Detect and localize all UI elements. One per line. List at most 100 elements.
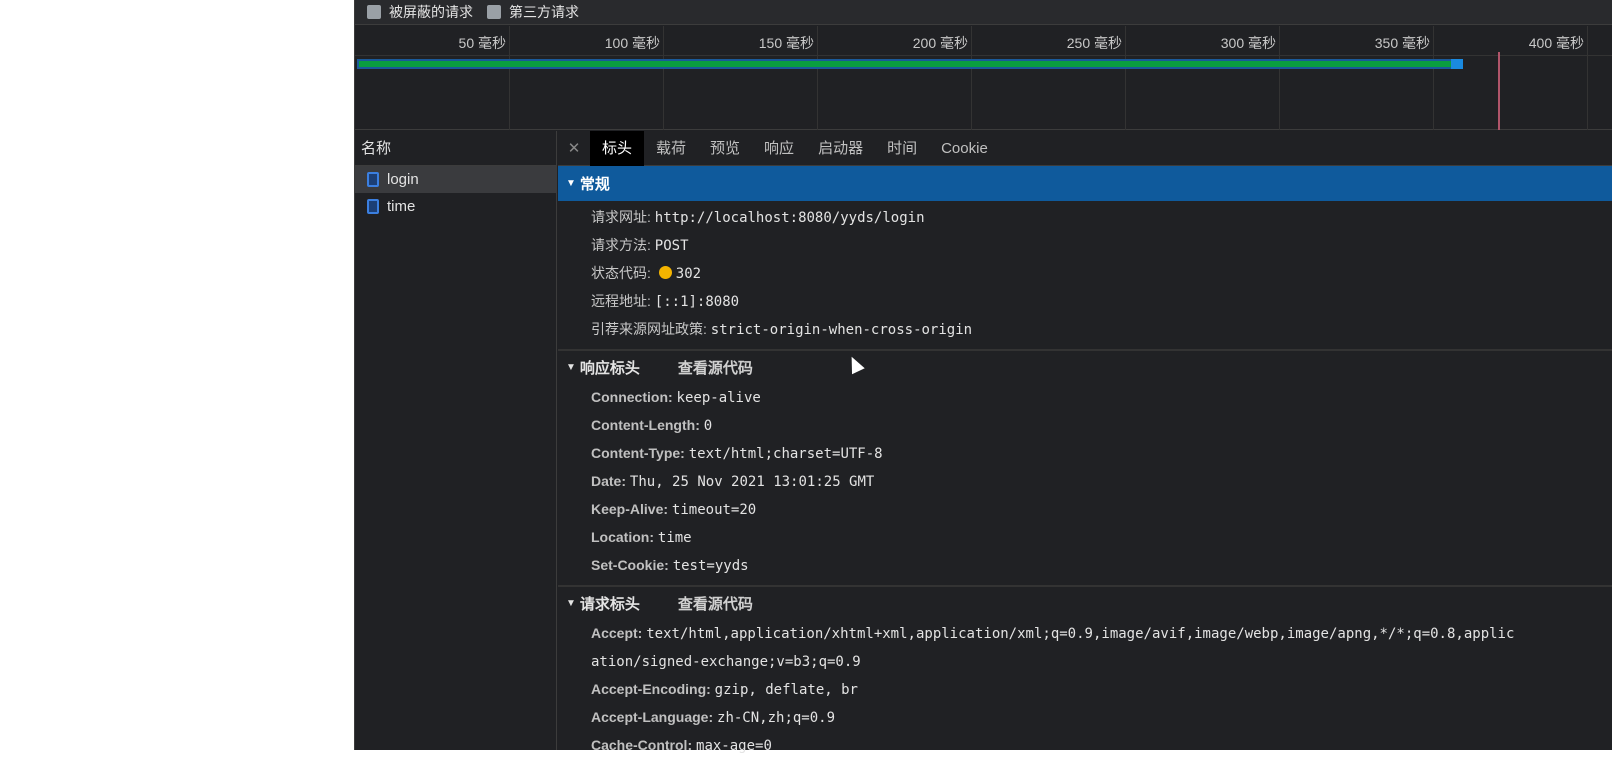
header-row: Accept-Language: zh-CN,zh;q=0.9: [558, 703, 1612, 731]
header-row: Cache-Control: max-age=0: [558, 731, 1612, 759]
row-value: [::1]:8080: [654, 294, 740, 310]
filter-bar: 被屏蔽的请求 第三方请求: [355, 0, 1612, 25]
view-source-button[interactable]: 查看源代码: [678, 357, 753, 378]
tick-label: 400 毫秒: [1528, 35, 1584, 51]
checkbox-icon: [367, 5, 381, 19]
tick-label: 250 毫秒: [1066, 35, 1122, 51]
tab-5[interactable]: 时间: [875, 131, 929, 166]
tab-4[interactable]: 启动器: [806, 131, 875, 166]
request-bar-download: [1450, 59, 1463, 69]
header-value: keep-alive: [676, 390, 761, 406]
header-value: test=yyds: [672, 558, 749, 574]
header-value: Thu, 25 Nov 2021 13:01:25 GMT: [629, 474, 875, 490]
timeline-tick: 250 毫秒: [1067, 26, 1126, 130]
triangle-down-icon: ▼: [566, 597, 576, 609]
header-row: Location: time: [558, 523, 1612, 551]
request-name-list: 名称 login time: [355, 131, 557, 750]
devtools-network-panel: 被屏蔽的请求 第三方请求 50 毫秒 100 毫秒 150 毫秒 200 毫秒 250 …: [354, 0, 1612, 754]
header-name: Content-Type:: [591, 445, 685, 461]
third-party-requests-checkbox[interactable]: 第三方请求: [487, 2, 579, 22]
tick-label: 150 毫秒: [758, 35, 814, 51]
tab-3[interactable]: 响应: [752, 131, 806, 166]
response-headers-section[interactable]: ▼ 响应标头 查看源代码: [558, 349, 1612, 383]
header-value: text/html;charset=UTF-8: [688, 446, 883, 462]
header-value: time: [657, 530, 692, 546]
header-name: Connection:: [591, 389, 673, 405]
row-value: http://localhost:8080/yyds/login: [654, 210, 925, 226]
details-tabs: ✕ 标头 载荷 预览 响应 启动器 时间 Cookie: [558, 130, 1612, 166]
general-row: 远程地址: [::1]:8080: [558, 287, 1612, 315]
timeline-tick: 300 毫秒: [1221, 26, 1280, 130]
header-name: Date:: [591, 473, 627, 489]
tab-0[interactable]: 标头: [590, 130, 645, 166]
header-row: Keep-Alive: timeout=20: [558, 495, 1612, 523]
row-value: POST: [654, 238, 689, 254]
general-row: 状态代码: 302: [558, 259, 1612, 287]
header-row: Connection: keep-alive: [558, 383, 1612, 411]
tick-label: 50 毫秒: [458, 35, 506, 51]
header-name: Accept-Language:: [591, 709, 714, 725]
header-value: ation/signed-exchange;v=b3;q=0.9: [591, 654, 861, 670]
timeline-tick: 350 毫秒: [1375, 26, 1434, 130]
header-name: Set-Cookie:: [591, 557, 669, 573]
document-icon: [367, 199, 379, 214]
row-key: 请求网址:: [591, 209, 651, 225]
document-icon: [367, 172, 379, 187]
general-row: 引荐来源网址政策: strict-origin-when-cross-origi…: [558, 315, 1612, 343]
timeline-overview[interactable]: 50 毫秒 100 毫秒 150 毫秒 200 毫秒 250 毫秒 300 毫秒 350 毫…: [355, 26, 1612, 130]
tick-label: 350 毫秒: [1374, 35, 1430, 51]
tick-label: 100 毫秒: [604, 35, 660, 51]
row-key: 引荐来源网址政策:: [591, 321, 707, 337]
row-value: 302: [675, 266, 702, 282]
timeline-tick: 200 毫秒: [913, 26, 972, 130]
header-row: Date: Thu, 25 Nov 2021 13:01:25 GMT: [558, 467, 1612, 495]
header-row: Accept-Encoding: gzip, deflate, br: [558, 675, 1612, 703]
header-value: zh-CN,zh;q=0.9: [717, 710, 836, 726]
header-row: Content-Length: 0: [558, 411, 1612, 439]
header-name: Keep-Alive:: [591, 501, 669, 517]
header-row: Accept: text/html,application/xhtml+xml,…: [558, 619, 1612, 647]
request-bar-waiting: [359, 61, 1451, 67]
header-value: text/html,application/xhtml+xml,applicat…: [646, 626, 1515, 642]
request-headers-section[interactable]: ▼ 请求标头 查看源代码: [558, 585, 1612, 619]
request-item-login[interactable]: login: [355, 166, 556, 193]
header-row: Content-Type: text/html;charset=UTF-8: [558, 439, 1612, 467]
close-icon[interactable]: ✕: [558, 139, 590, 157]
timeline-tick: 400 毫秒: [1529, 26, 1588, 130]
general-row: 请求网址: http://localhost:8080/yyds/login: [558, 203, 1612, 231]
tab-6[interactable]: Cookie: [929, 131, 1000, 166]
tab-2[interactable]: 预览: [698, 131, 752, 166]
general-row: 请求方法: POST: [558, 231, 1612, 259]
header-value: timeout=20: [671, 502, 757, 518]
tick-label: 300 毫秒: [1220, 35, 1276, 51]
header-name: Accept-Encoding:: [591, 681, 711, 697]
row-value: strict-origin-when-cross-origin: [710, 322, 973, 338]
timeline-tick: 100 毫秒: [605, 26, 664, 130]
header-value: 0: [703, 418, 713, 434]
header-name: Content-Length:: [591, 417, 700, 433]
header-value: gzip, deflate, br: [714, 682, 858, 698]
row-key: 状态代码:: [591, 265, 651, 281]
header-name: Accept:: [591, 625, 643, 641]
view-source-button[interactable]: 查看源代码: [678, 593, 753, 614]
name-column-header[interactable]: 名称: [355, 131, 556, 166]
checkbox-icon: [487, 5, 501, 19]
tab-1[interactable]: 载荷: [644, 131, 698, 166]
timeline-tick: 150 毫秒: [759, 26, 818, 130]
header-value: max-age=0: [696, 738, 772, 754]
load-event-marker: [1497, 52, 1500, 130]
tick-label: 200 毫秒: [912, 35, 968, 51]
triangle-down-icon: ▼: [566, 361, 576, 373]
blocked-requests-checkbox[interactable]: 被屏蔽的请求: [367, 2, 473, 22]
header-row-continuation: ation/signed-exchange;v=b3;q=0.9: [558, 647, 1612, 675]
timeline-tick: 50 毫秒: [459, 26, 510, 130]
request-item-time[interactable]: time: [355, 193, 556, 220]
triangle-down-icon: ▼: [566, 178, 576, 189]
header-row: Set-Cookie: test=yyds: [558, 551, 1612, 579]
general-section-header[interactable]: ▼ 常规: [558, 166, 1612, 201]
row-key: 请求方法:: [591, 237, 651, 253]
request-details: ✕ 标头 载荷 预览 响应 启动器 时间 Cookie ▼ 常规 请求网址: http://l…: [558, 130, 1612, 754]
header-name: Cache-Control:: [591, 737, 693, 753]
status-dot-icon: [658, 266, 672, 279]
header-name: Location:: [591, 529, 654, 545]
